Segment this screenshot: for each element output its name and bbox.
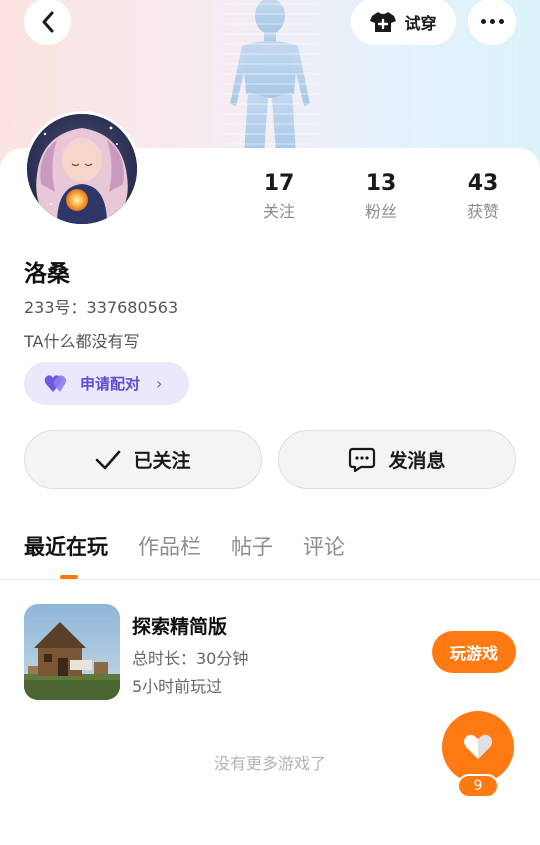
followed-label: 已关注 (133, 450, 191, 472)
request-pair-button[interactable]: 申请配对 › (24, 362, 189, 405)
request-pair-label: 申请配对 (80, 375, 141, 393)
like-fab-button[interactable] (442, 711, 514, 783)
followed-button[interactable]: 已关注 (24, 430, 262, 489)
likes-count: 43 (467, 171, 499, 196)
game-thumbnail-image (24, 604, 120, 700)
tab-recently-played[interactable]: 最近在玩 (24, 530, 108, 564)
profile-tabs: 最近在玩 作品栏 帖子 评论 (24, 530, 345, 564)
avatar-image (27, 114, 137, 224)
send-message-button[interactable]: 发消息 (278, 430, 516, 489)
heart-icon (464, 734, 492, 759)
try-on-label: 试穿 (404, 13, 437, 33)
send-message-label: 发消息 (388, 450, 446, 472)
game-thumbnail[interactable] (24, 604, 120, 700)
stat-fans[interactable]: 13 粉丝 (341, 170, 421, 224)
tshirt-icon (370, 11, 397, 32)
game-title[interactable]: 探索精简版 (132, 612, 227, 639)
profile-bio: TA什么都没有写 (24, 332, 140, 351)
tab-posts[interactable]: 帖子 (231, 530, 273, 564)
chat-bubble-icon (349, 447, 376, 472)
stat-following[interactable]: 17 关注 (239, 170, 319, 224)
likes-label: 获赞 (466, 202, 499, 221)
avatar[interactable] (24, 111, 140, 227)
play-game-button[interactable]: 玩游戏 (432, 631, 516, 673)
back-button[interactable] (24, 0, 71, 45)
profile-name: 洛桑 (24, 261, 70, 287)
fans-count: 13 (365, 171, 397, 196)
more-options-button[interactable] (468, 0, 516, 45)
more-dots-icon (480, 19, 504, 24)
game-total-duration: 总时长：30分钟 (132, 649, 249, 668)
game-last-played: 5小时前玩过 (132, 677, 223, 696)
tabs-divider (0, 579, 540, 580)
chevron-left-icon (42, 11, 53, 32)
following-label: 关注 (262, 202, 295, 221)
check-icon (96, 450, 121, 469)
profile-uid: 233号：337680563 (24, 298, 179, 317)
stat-likes[interactable]: 43 获赞 (443, 170, 523, 224)
tab-works[interactable]: 作品栏 (138, 530, 201, 564)
try-on-button[interactable]: 试穿 (351, 0, 456, 45)
double-heart-icon (44, 374, 67, 392)
tab-comments[interactable]: 评论 (303, 530, 345, 564)
chevron-right-icon: › (156, 374, 163, 393)
following-count: 17 (263, 171, 295, 196)
avatar-figure-preview (222, 0, 318, 154)
like-count-badge: 9 (457, 774, 499, 798)
fans-label: 粉丝 (364, 202, 397, 221)
